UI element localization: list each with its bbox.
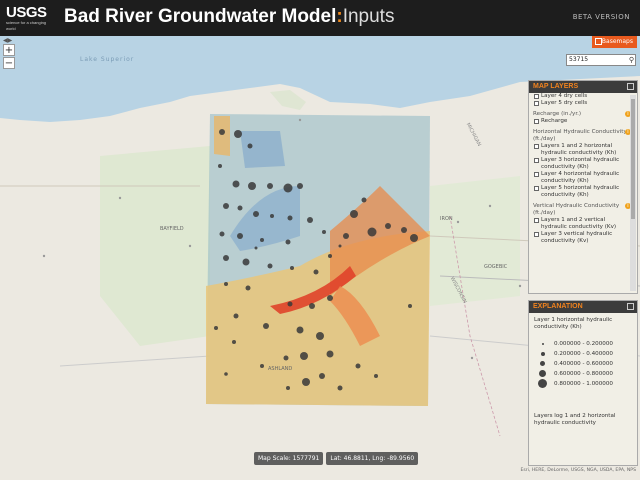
map-label-iron: IRON xyxy=(440,216,453,222)
checkbox[interactable] xyxy=(534,186,539,191)
title-main: Bad River Groundwater Model xyxy=(64,6,337,27)
legend-row: 0.400000 - 0.600000 xyxy=(534,359,632,369)
legend-dot xyxy=(541,352,545,356)
legend-dot xyxy=(540,361,545,366)
layer-scrollbar[interactable] xyxy=(630,95,636,291)
legend-row: 0.600000 - 0.800000 xyxy=(534,369,632,379)
map-label-bayfield: BAYFIELD xyxy=(160,226,184,232)
checkbox[interactable] xyxy=(534,101,539,106)
checkbox[interactable] xyxy=(534,144,539,149)
collapse-icon[interactable] xyxy=(627,303,634,310)
map-layers-panel: MAP LAYERS Layer 4 dry cells Layer 5 dry… xyxy=(528,80,638,294)
model-grid xyxy=(206,114,430,406)
pan-arrows[interactable]: ◀▶ xyxy=(3,37,12,44)
checkbox[interactable] xyxy=(534,158,539,163)
basemap-button[interactable]: Basemaps xyxy=(592,36,637,48)
search-icon[interactable]: ⚲ xyxy=(629,55,634,65)
legend-dot xyxy=(538,379,547,388)
forest-area xyxy=(430,176,520,306)
checkbox[interactable] xyxy=(534,119,539,124)
layer-group-horizontal: Horizontal Hydraulic Conductivity (ft./d… xyxy=(529,129,631,143)
checkbox[interactable] xyxy=(534,232,539,237)
legend-row: 0.200000 - 0.400000 xyxy=(534,349,632,359)
legend-row: 0.800000 - 1.000000 xyxy=(534,379,632,389)
map-layers-header[interactable]: MAP LAYERS xyxy=(529,81,637,93)
map-attribution: Esri, HERE, DeLorme, USGS, NGA, USDA, EP… xyxy=(520,468,636,473)
layer-item[interactable]: Layer 4 horizontal hydraulic conductivit… xyxy=(529,171,631,185)
checkbox[interactable] xyxy=(534,218,539,223)
map-layers-title: MAP LAYERS xyxy=(533,83,579,90)
map-scale: Map Scale: 1577791 xyxy=(254,452,324,465)
legend-row: 0.000000 - 0.200000 xyxy=(534,339,632,349)
layer-group-vertical: Vertical Hydraulic Conductivity (ft./day… xyxy=(529,203,631,217)
checkbox[interactable] xyxy=(534,172,539,177)
usgs-logo[interactable]: USGS science for a changing world xyxy=(6,5,54,31)
legend-dot xyxy=(539,370,546,377)
layer-item[interactable]: Layer 5 dry cells xyxy=(529,100,631,107)
search-value: 53715 xyxy=(569,56,589,63)
forest-area xyxy=(100,146,210,346)
explanation-title: EXPLANATION xyxy=(533,303,583,310)
collapse-icon[interactable] xyxy=(627,83,634,90)
basemap-label: Basemaps xyxy=(601,38,633,45)
map-label-lake: Lake Superior xyxy=(80,56,135,63)
layer-item[interactable]: Layer 3 vertical hydraulic conductivity … xyxy=(529,231,631,245)
checkbox[interactable] xyxy=(534,94,539,99)
zoom-in-button[interactable]: + xyxy=(3,44,15,56)
status-bar: Map Scale: 1577791 Lat: 46.8811, Lng: -89… xyxy=(254,452,421,465)
page-title: Bad River Groundwater Model:Inputs xyxy=(64,6,394,28)
title-sub: Inputs xyxy=(342,6,395,27)
explanation-panel: EXPLANATION Layer 1 horizontal hydraulic… xyxy=(528,300,638,466)
layer-item[interactable]: Layer 4 dry cells xyxy=(529,93,631,100)
island xyxy=(270,90,306,110)
scrollbar-thumb[interactable] xyxy=(631,99,635,219)
legend-dot xyxy=(542,343,544,345)
legend-footer: Layers log 1 and 2 horizontal hydraulic … xyxy=(534,413,616,426)
layer-group-recharge: Recharge (in./yr.) i xyxy=(529,111,631,118)
legend-layer-title: Layer 1 horizontal hydraulic conductivit… xyxy=(534,317,613,330)
zoom-controls: + − xyxy=(3,44,15,69)
logo-tagline: science for a changing world xyxy=(6,20,47,31)
coordinates: Lat: 46.8811, Lng: -89.9560 xyxy=(326,452,419,465)
layer-item[interactable]: Layer 5 horizontal hydraulic conductivit… xyxy=(529,185,631,199)
layer-list: Layer 4 dry cells Layer 5 dry cells Rech… xyxy=(529,93,631,293)
app-header: USGS science for a changing world Bad Ri… xyxy=(0,0,640,36)
layer-item[interactable]: Layers 1 and 2 horizontal hydraulic cond… xyxy=(529,143,631,157)
zoom-out-button[interactable]: − xyxy=(3,57,15,69)
explanation-header[interactable]: EXPLANATION xyxy=(529,301,637,313)
map-label-gogebic: GOGEBIC xyxy=(484,264,508,270)
logo-text: USGS xyxy=(6,4,47,21)
search-input[interactable]: 53715 ⚲ xyxy=(566,54,636,66)
basemap-grid-icon xyxy=(595,38,602,45)
legend: Layer 1 horizontal hydraulic conductivit… xyxy=(529,313,637,431)
version-badge: BETA VERSION xyxy=(572,13,630,21)
layer-item[interactable]: Recharge xyxy=(529,118,631,125)
map-label-ashland: ASHLAND xyxy=(268,366,293,372)
layer-item[interactable]: Layers 1 and 2 vertical hydraulic conduc… xyxy=(529,217,631,231)
layer-item[interactable]: Layer 3 horizontal hydraulic conductivit… xyxy=(529,157,631,171)
